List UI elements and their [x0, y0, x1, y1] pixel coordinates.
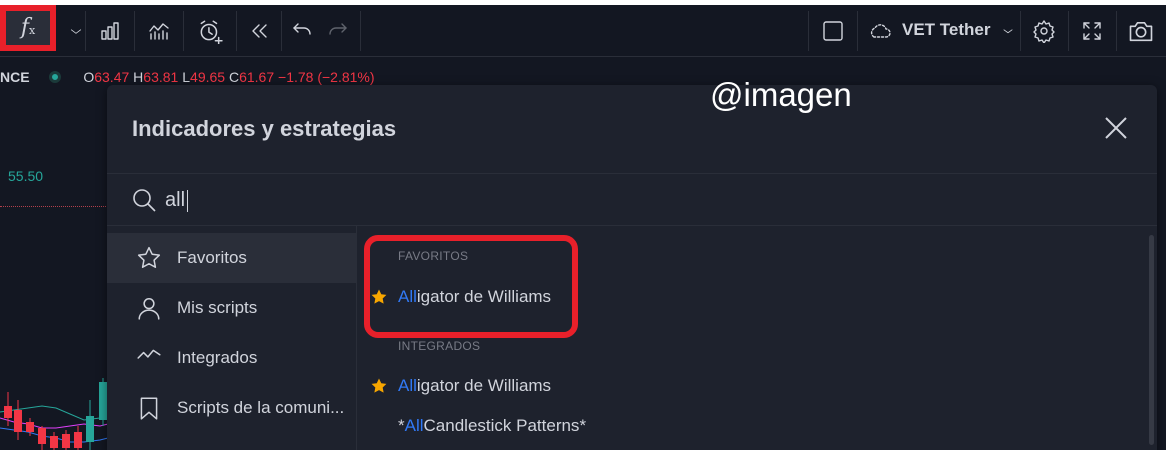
watermark-text: @imagen [710, 76, 852, 113]
redo-icon[interactable] [320, 5, 356, 57]
indicators-button[interactable]: fx [0, 5, 56, 51]
dialog-title: Indicadores y estrategias [132, 116, 397, 141]
result-label: igator de Williams [416, 376, 552, 395]
function-icon: fx [20, 15, 36, 40]
section-header-builtin: INTEGRADOS [398, 339, 481, 353]
layout-icon[interactable] [809, 5, 857, 57]
high-value: 63.81 [143, 69, 179, 85]
search-icon [133, 189, 156, 212]
search-input[interactable] [165, 184, 565, 216]
high-label: H [133, 69, 144, 85]
star-filled-icon[interactable] [370, 377, 388, 395]
chart-icon [137, 349, 161, 359]
gear-icon[interactable] [1021, 5, 1067, 57]
fullscreen-icon[interactable] [1069, 5, 1115, 57]
list-item[interactable]: All igator de Williams [370, 371, 551, 401]
result-label: Candlestick Patterns [423, 416, 580, 435]
result-suffix: * [579, 416, 587, 435]
sidebar-item-community-scripts[interactable]: Scripts de la comuni... [107, 383, 356, 433]
match-highlight: All [398, 376, 417, 395]
open-value: 63.47 [94, 69, 130, 85]
tradingview-app: fx VET Tether NCE O63.47 H63.81 L49.65 C… [0, 5, 1166, 450]
text-caret [187, 190, 188, 212]
candles [4, 378, 107, 450]
close-label: C [228, 69, 240, 85]
open-label: O [83, 69, 95, 85]
sidebar-item-favorites[interactable]: Favoritos [107, 233, 356, 283]
sidebar-item-label: Mis scripts [177, 298, 258, 317]
close-value: 61.67 [239, 69, 275, 85]
price-level-label: 55.50 [8, 168, 44, 184]
change-value: −1.78 (−2.81%) [278, 69, 375, 85]
sidebar-item-my-scripts[interactable]: Mis scripts [107, 283, 356, 333]
sidebar-item-label: Scripts de la comuni... [177, 398, 345, 417]
top-toolbar: fx VET Tether [0, 5, 1166, 57]
chevron-down-icon[interactable] [998, 5, 1018, 57]
indicator-templates-icon[interactable] [135, 5, 183, 57]
symbol-tail: NCE [0, 69, 30, 85]
candlestick-chart [0, 378, 108, 450]
user-icon [138, 298, 160, 320]
symbol-name[interactable]: VET Tether [902, 20, 990, 40]
list-item[interactable]: * All Candlestick Patterns * [370, 411, 586, 441]
result-prefix: * [398, 416, 405, 435]
match-highlight: All [404, 416, 424, 435]
cloud-icon[interactable] [862, 5, 898, 57]
category-sidebar: Favoritos Mis scripts Integrados Scripts… [107, 226, 357, 450]
sidebar-item-label: Favoritos [177, 248, 247, 267]
market-status-dot [49, 71, 62, 83]
close-icon[interactable] [1103, 115, 1129, 141]
sidebar-item-builtin[interactable]: Integrados [107, 333, 356, 383]
star-outline-icon [137, 246, 161, 268]
bar-chart-icon[interactable] [86, 5, 134, 57]
alert-icon[interactable] [184, 5, 236, 57]
camera-icon[interactable] [1117, 5, 1165, 57]
annotation-highlight-box [364, 235, 578, 338]
price-line [0, 206, 108, 207]
replay-icon[interactable] [237, 5, 281, 57]
bookmark-icon [140, 397, 158, 420]
indicators-dialog: Indicadores y estrategias Favoritos Mis … [107, 85, 1157, 450]
low-label: L [182, 69, 191, 85]
search-bar [107, 174, 1157, 226]
chevron-down-icon[interactable] [68, 5, 84, 57]
low-value: 49.65 [190, 69, 226, 85]
results-scrollbar[interactable] [1149, 235, 1154, 445]
undo-icon[interactable] [284, 5, 320, 57]
sidebar-item-label: Integrados [177, 348, 258, 367]
